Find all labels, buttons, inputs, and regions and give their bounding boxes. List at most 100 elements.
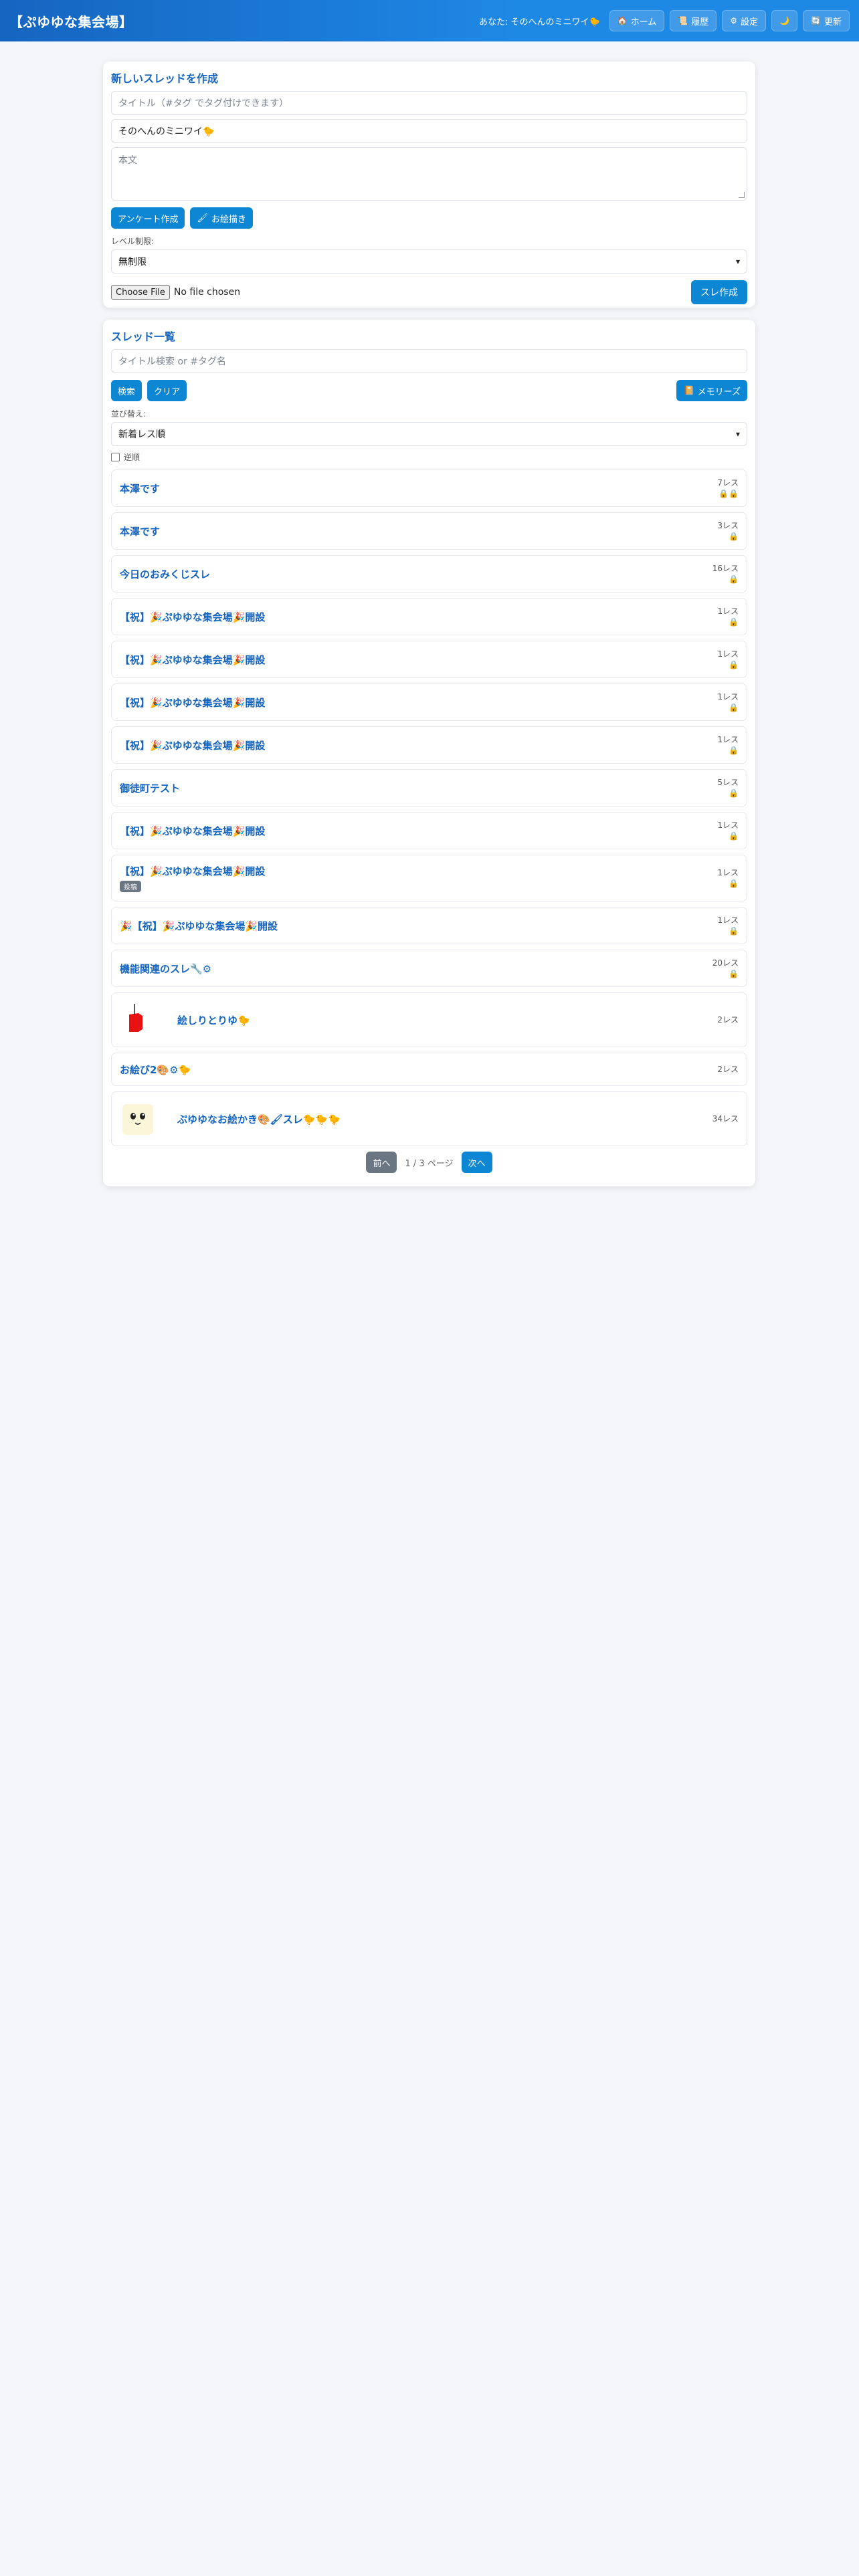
thread-item[interactable]: 御徒町テスト 5レス 🔒 <box>111 769 747 807</box>
thread-title[interactable]: 今日のおみくじスレ <box>120 567 210 581</box>
thread-item[interactable]: 【祝】🎉ぷゆゆな集会場🎉開設 1レス 🔒 <box>111 641 747 678</box>
create-thread-button[interactable]: スレ作成 <box>691 280 747 304</box>
chevron-down-icon: ▾ <box>735 257 740 266</box>
user-label: あなた: そのへんのミニワイ🐤 <box>479 17 600 27</box>
sort-select-value: 新着レス順 <box>118 429 165 440</box>
lock-icon: 🔒 <box>729 574 739 584</box>
thread-item[interactable]: 機能関連のスレ🔧⚙ 20レス 🔒 <box>111 950 747 987</box>
chevron-down-icon: ▾ <box>735 429 740 439</box>
lock-icon: 🔒 <box>729 746 739 755</box>
thread-title[interactable]: 御徒町テスト <box>120 781 180 795</box>
thread-item[interactable]: 【祝】🎉ぷゆゆな集会場🎉開設 1レス 🔒 <box>111 598 747 635</box>
home-icon: 🏠 <box>617 16 628 25</box>
thread-count: 1レス <box>717 649 739 659</box>
draw-button[interactable]: 🖌 お絵描き <box>190 207 254 229</box>
history-icon: 📜 <box>678 16 688 25</box>
tag-badge[interactable]: 投稿 <box>120 881 141 892</box>
thread-item[interactable]: 本澤です 7レス 🔒🔒 <box>111 469 747 507</box>
thread-list-title: スレッド一覧 <box>111 330 176 343</box>
thread-title[interactable]: 本澤です <box>120 524 160 538</box>
create-thread-card: 新しいスレッドを作成 タイトル（#タグ でタグ付けできます） そのへんのミニワイ… <box>103 62 755 308</box>
memories-button[interactable]: 📔 メモリーズ <box>676 380 747 401</box>
thread-count: 5レス <box>717 778 739 787</box>
apple-thumbnail[interactable] <box>120 1001 157 1039</box>
moon-icon: 🌙 <box>779 16 790 25</box>
thread-item[interactable]: 絵しりとりゆ🐤 2レス <box>111 992 747 1047</box>
page-info: 1 / 3 ページ <box>405 1158 454 1169</box>
draw-button-label: お絵描き <box>211 214 247 225</box>
theme-toggle-button[interactable]: 🌙 <box>771 10 798 31</box>
thread-item[interactable]: 🎉【祝】🎉ぷゆゆな集会場🎉開設 1レス 🔒 <box>111 907 747 944</box>
sort-select[interactable]: 新着レス順 ▾ <box>111 422 747 446</box>
thread-item[interactable]: 【祝】🎉ぷゆゆな集会場🎉開設 1レス 🔒 <box>111 812 747 849</box>
thread-list-card: スレッド一覧 タイトル検索 or #タグ名 検索 クリア 📔 メモリーズ 並び替… <box>103 320 755 1186</box>
lock-icon: 🔒 <box>729 788 739 798</box>
thread-title[interactable]: 【祝】🎉ぷゆゆな集会場🎉開設 <box>120 653 265 667</box>
refresh-icon: 🔄 <box>811 16 821 25</box>
thread-count: 1レス <box>717 607 739 616</box>
brush-icon: 🖌 <box>197 213 208 223</box>
site-title[interactable]: 【ぷゆゆな集会場】 <box>9 11 133 31</box>
thread-title[interactable]: 【祝】🎉ぷゆゆな集会場🎉開設 <box>120 738 265 752</box>
poll-button[interactable]: アンケート作成 <box>111 207 185 229</box>
thread-item[interactable]: ぷゆゆなお絵かき🎨🖌スレ🐤🐤🐤 34レス <box>111 1091 747 1146</box>
search-button[interactable]: 検索 <box>111 380 142 401</box>
lock-icon: 🔒 <box>729 617 739 627</box>
thread-title[interactable]: 【祝】🎉ぷゆゆな集会場🎉開設 <box>120 864 265 878</box>
lock-icon: 🔒 <box>729 926 739 936</box>
search-input[interactable]: タイトル検索 or #タグ名 <box>111 349 747 373</box>
body-textarea[interactable]: 本文 <box>111 147 747 201</box>
reverse-label: 逆順 <box>124 453 140 462</box>
thread-title[interactable]: 【祝】🎉ぷゆゆな集会場🎉開設 <box>120 610 265 624</box>
thread-title[interactable]: お絵び2🎨⚙🐤 <box>120 1063 191 1077</box>
pagination: 前へ 1 / 3 ページ 次へ <box>111 1152 747 1173</box>
thread-item[interactable]: 【祝】🎉ぷゆゆな集会場🎉開設 1レス 🔒 <box>111 726 747 764</box>
settings-label: 設定 <box>741 17 759 27</box>
thread-item[interactable]: 本澤です 3レス 🔒 <box>111 512 747 550</box>
history-button[interactable]: 📜 履歴 <box>670 10 717 31</box>
thread-title[interactable]: 【祝】🎉ぷゆゆな集会場🎉開設 <box>120 824 265 838</box>
notebook-icon: 📔 <box>683 385 694 396</box>
settings-button[interactable]: ⚙ 設定 <box>722 10 767 31</box>
lock-icon: 🔒🔒 <box>719 489 739 498</box>
thread-item[interactable]: 【祝】🎉ぷゆゆな集会場🎉開設 1レス 🔒 <box>111 683 747 721</box>
file-choose-button[interactable]: Choose File <box>111 285 170 300</box>
thread-title[interactable]: ぷゆゆなお絵かき🎨🖌スレ🐤🐤🐤 <box>177 1112 341 1126</box>
home-label: ホーム <box>630 17 657 27</box>
level-select[interactable]: 無制限 ▾ <box>111 249 747 274</box>
lock-icon: 🔒 <box>729 532 739 541</box>
thread-count: 3レス <box>717 521 739 530</box>
thread-title[interactable]: 🎉【祝】🎉ぷゆゆな集会場🎉開設 <box>120 919 278 933</box>
next-page-button[interactable]: 次へ <box>461 1152 492 1173</box>
thread-item[interactable]: 今日のおみくじスレ 16レス 🔒 <box>111 555 747 593</box>
top-header: 【ぷゆゆな集会場】 あなた: そのへんのミニワイ🐤 🏠 ホーム 📜 履歴 ⚙ 設… <box>0 0 859 41</box>
thread-count: 1レス <box>717 916 739 925</box>
thread-item[interactable]: お絵び2🎨⚙🐤 2レス <box>111 1053 747 1086</box>
thread-list: 本澤です 7レス 🔒🔒 本澤です 3レス 🔒 今日のおみくじスレ 16レス 🔒 【祝】… <box>111 469 747 1146</box>
refresh-label: 更新 <box>824 17 842 27</box>
prev-page-button[interactable]: 前へ <box>366 1152 397 1173</box>
thread-count: 1レス <box>717 735 739 744</box>
memories-button-label: メモリーズ <box>697 387 741 397</box>
thread-count: 1レス <box>717 868 739 877</box>
thread-title-input[interactable]: タイトル（#タグ でタグ付けできます） <box>111 91 747 115</box>
thread-count: 7レス <box>717 478 739 488</box>
thread-title[interactable]: 絵しりとりゆ🐤 <box>177 1013 250 1027</box>
thread-item[interactable]: 【祝】🎉ぷゆゆな集会場🎉開設 投稿 1レス 🔒 <box>111 855 747 901</box>
thread-title[interactable]: 本澤です <box>120 481 160 496</box>
thread-count: 1レス <box>717 692 739 702</box>
reverse-checkbox[interactable] <box>111 453 120 461</box>
home-button[interactable]: 🏠 ホーム <box>609 10 665 31</box>
history-label: 履歴 <box>691 17 709 27</box>
lock-icon: 🔒 <box>729 703 739 712</box>
level-select-value: 無制限 <box>118 257 147 267</box>
thread-title[interactable]: 【祝】🎉ぷゆゆな集会場🎉開設 <box>120 695 265 710</box>
face-thumbnail[interactable] <box>120 1100 157 1138</box>
name-input[interactable]: そのへんのミニワイ🐤 <box>111 119 747 143</box>
refresh-button[interactable]: 🔄 更新 <box>803 10 850 31</box>
thread-title[interactable]: 機能関連のスレ🔧⚙ <box>120 962 211 976</box>
thread-count: 16レス <box>712 564 739 573</box>
clear-button[interactable]: クリア <box>147 380 187 401</box>
lock-icon: 🔒 <box>729 969 739 978</box>
thread-count: 34レス <box>712 1114 739 1123</box>
